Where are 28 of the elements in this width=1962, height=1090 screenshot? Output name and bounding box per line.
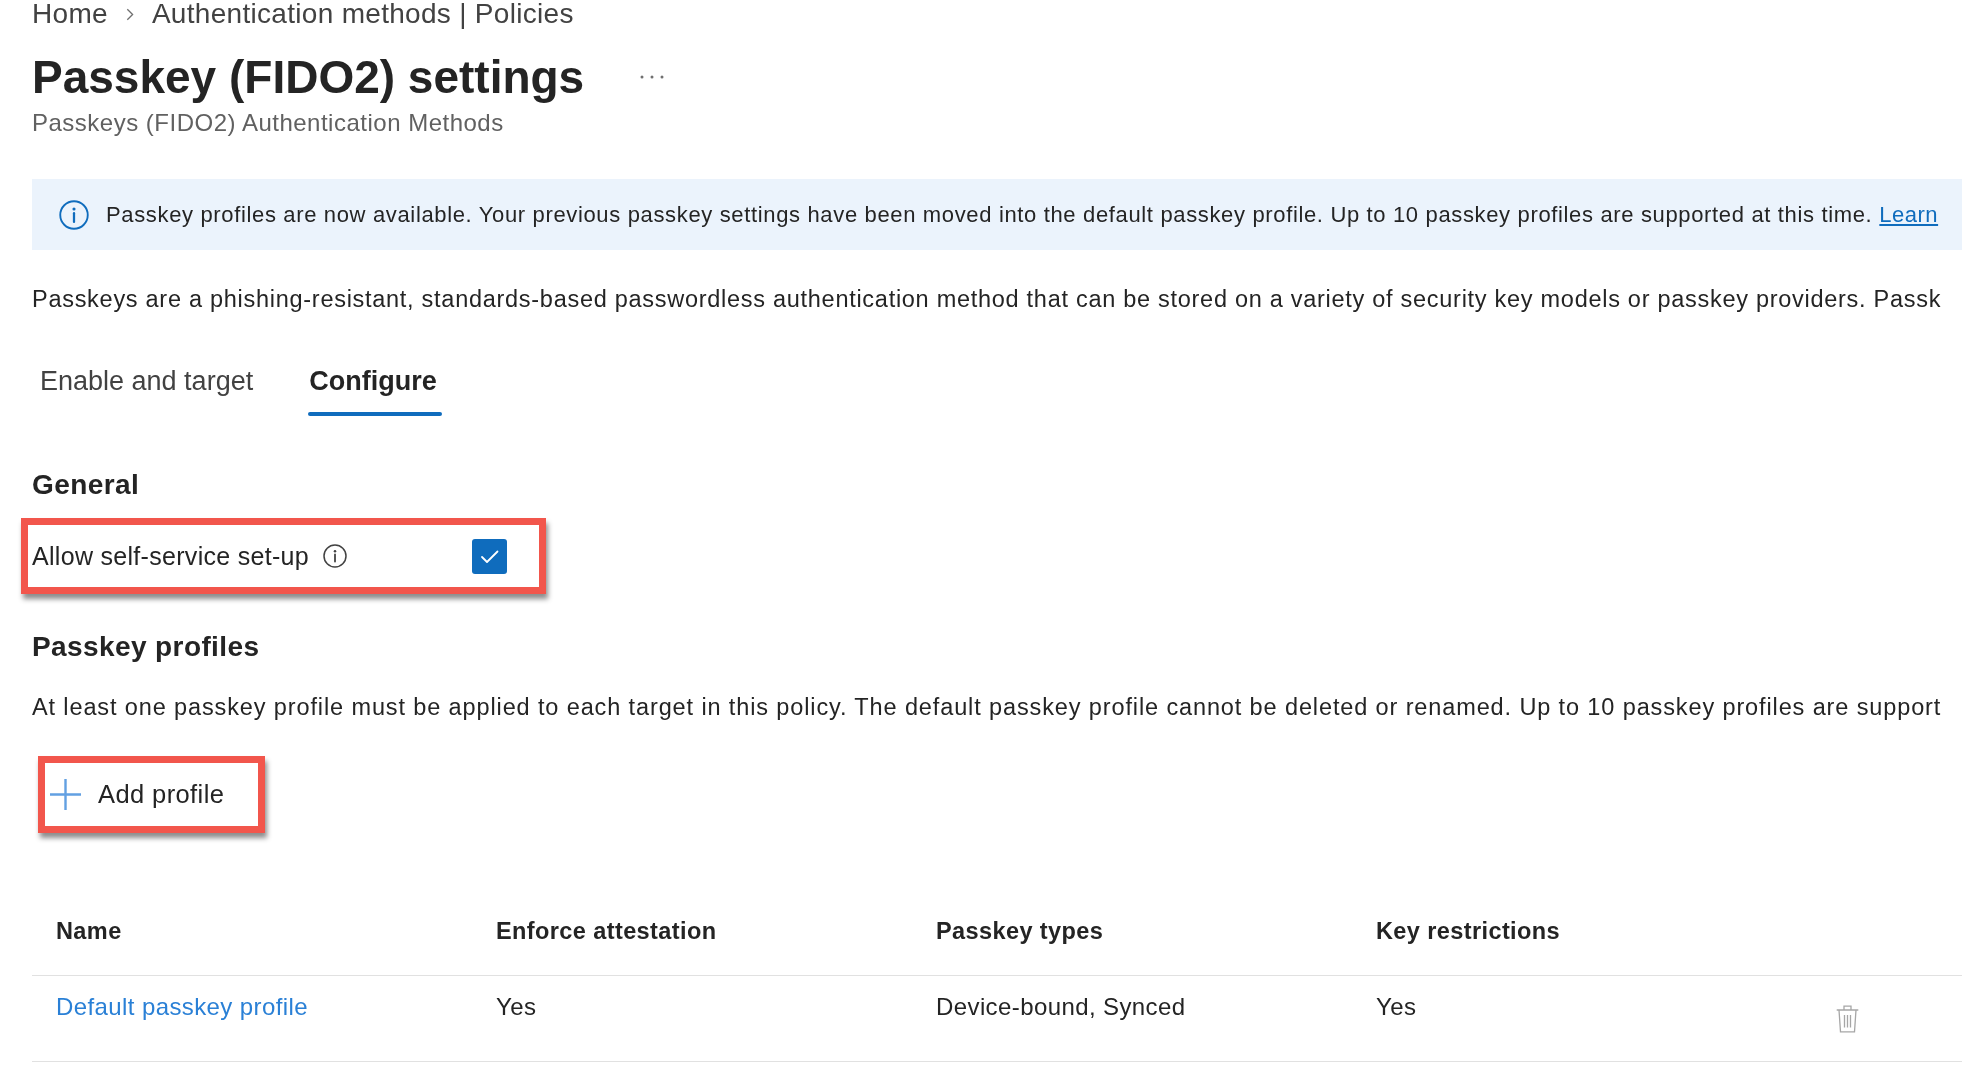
- chevron-right-icon: [125, 7, 134, 21]
- table-cell: Device-bound, Synced: [936, 993, 1186, 1020]
- column-header[interactable]: Passkey types: [936, 918, 1104, 944]
- info-icon[interactable]: [323, 544, 348, 568]
- table-cell: Yes: [496, 993, 537, 1020]
- profile-name-link[interactable]: Default passkey profile: [56, 993, 308, 1020]
- banner-message: Passkey profiles are now available. Your previous passkey settings have been moved into the default passkey profile. Up to 10 passkey profiles are supported at this time.: [106, 200, 1873, 229]
- learn-link[interactable]: Learn: [1879, 200, 1939, 229]
- column-header[interactable]: Key restrictions: [1376, 918, 1561, 944]
- tab[interactable]: Enable and target: [32, 357, 262, 416]
- setting-label: Allow self-service set-up: [32, 541, 310, 571]
- description-text: At least one passkey profile must be applied to each target in this policy. The default passkey profile cannot be deleted or renamed. Up to 10 passkey profiles are support: [32, 693, 1942, 722]
- breadcrumb-link[interactable]: Home: [32, 0, 108, 28]
- section-heading: Passkey profiles: [32, 631, 260, 663]
- checkbox[interactable]: [472, 538, 507, 574]
- column-header[interactable]: Name: [56, 918, 122, 944]
- section-heading: General: [32, 469, 140, 501]
- description-text: Passkeys are a phishing-resistant, standards-based passwordless authentication method that can be stored on a variety of security key models or passkey providers. Passk: [32, 285, 1942, 314]
- more-icon[interactable]: [640, 75, 665, 79]
- add-profile-button[interactable]: Add profile: [45, 763, 258, 826]
- plus-icon: [50, 779, 81, 810]
- tab[interactable]: Configure: [301, 357, 445, 416]
- info-icon: [59, 199, 89, 230]
- breadcrumb-link[interactable]: Authentication methods | Policies: [151, 0, 574, 28]
- page-subtitle: Passkeys (FIDO2) Authentication Methods: [32, 109, 504, 137]
- column-header[interactable]: Enforce attestation: [496, 918, 717, 944]
- page-title: Passkey (FIDO2) settings: [32, 50, 585, 105]
- table-cell: Yes: [1376, 993, 1417, 1020]
